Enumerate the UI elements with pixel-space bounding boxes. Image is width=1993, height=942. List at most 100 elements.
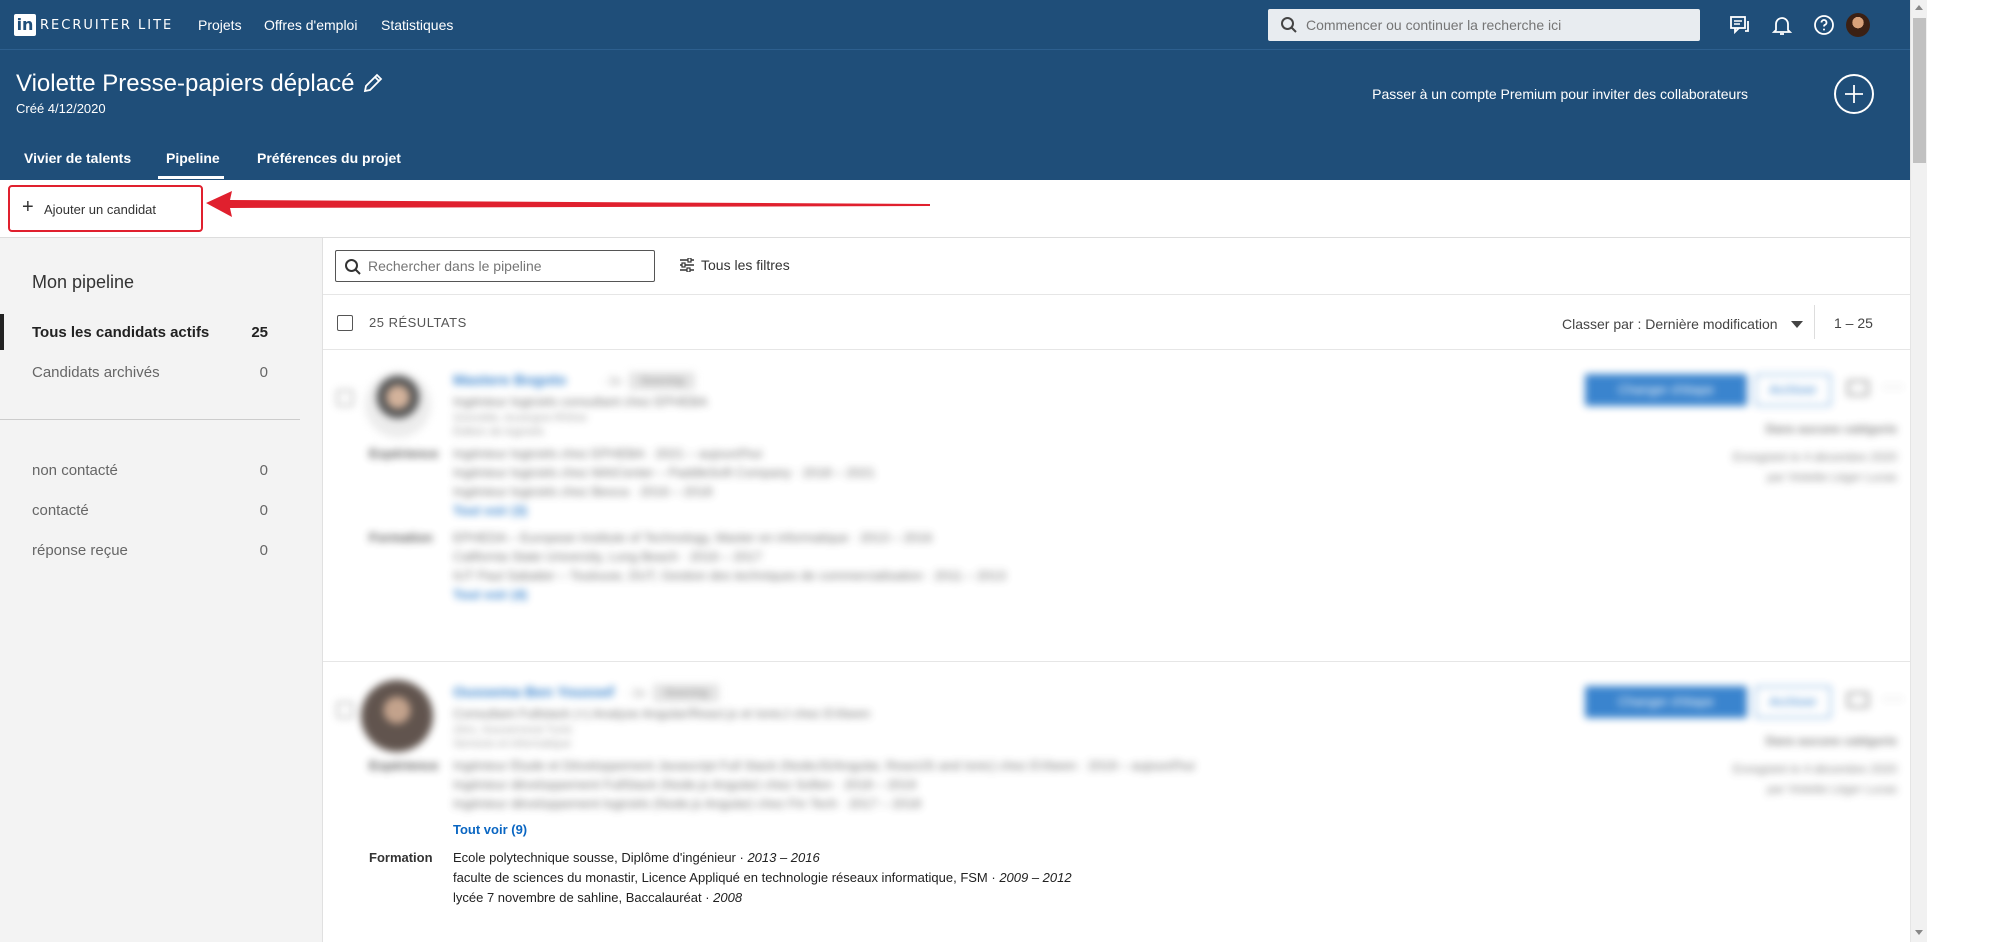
candidate-card-visible-content: Tout voir (9) Formation Ecole polytechni… xyxy=(323,662,1911,942)
nav-stats-link[interactable]: Statistiques xyxy=(381,17,453,33)
app-root: in RECRUITER LITE Projets Offres d'emplo… xyxy=(0,0,1993,942)
sidebar-item-count: 0 xyxy=(259,502,268,519)
see-all-education-link[interactable]: Tout voir (4) xyxy=(453,587,527,602)
candidate-saved-by: par Violette Léger Lucas xyxy=(1767,470,1897,484)
add-collaborator-icon[interactable] xyxy=(1834,74,1874,114)
global-search-input[interactable] xyxy=(1306,9,1696,41)
linkedin-logo-icon: in xyxy=(14,14,36,36)
scrollbar-thumb[interactable] xyxy=(1913,18,1926,163)
education-item: IUT Paul Sabatier – Toulouse, DUT, Gesti… xyxy=(453,568,1006,583)
project-created-date: Créé 4/12/2020 xyxy=(16,101,106,116)
scroll-down-arrow-icon[interactable] xyxy=(1915,930,1923,935)
education-text: Ecole polytechnique sousse, Diplôme d'in… xyxy=(453,850,748,865)
user-avatar[interactable] xyxy=(1846,13,1870,37)
logo-text: RECRUITER LITE xyxy=(40,17,174,33)
project-header: Violette Presse-papiers déplacé Créé 4/1… xyxy=(0,50,1910,180)
message-icon[interactable] xyxy=(1847,380,1869,396)
sidebar-item-label: non contacté xyxy=(32,462,118,479)
bell-icon[interactable] xyxy=(1770,13,1794,37)
browser-viewport: in RECRUITER LITE Projets Offres d'emplo… xyxy=(0,0,1927,942)
top-navigation: in RECRUITER LITE Projets Offres d'emplo… xyxy=(0,0,1910,50)
sidebar-item-count: 25 xyxy=(251,324,268,341)
pipeline-main: Tous les filtres 25 RÉSULTATS Classer pa… xyxy=(322,238,1911,942)
results-count: 25 RÉSULTATS xyxy=(369,315,467,330)
page-title: Violette Presse-papiers déplacé xyxy=(16,70,355,97)
global-search[interactable] xyxy=(1268,9,1700,41)
pipeline-search-input[interactable] xyxy=(368,251,648,281)
scroll-up-arrow-icon[interactable] xyxy=(1915,5,1923,10)
candidate-name[interactable]: Mastere Bogoto xyxy=(453,372,566,389)
experience-label: Expérience xyxy=(369,446,439,461)
premium-upsell-text[interactable]: Passer à un compte Premium pour inviter … xyxy=(1372,86,1748,102)
sidebar-item-count: 0 xyxy=(259,542,268,559)
results-range: 1 – 25 xyxy=(1834,315,1873,331)
candidate-location: Grenoble, Auvergne-Rhône xyxy=(453,412,587,424)
caret-down-icon[interactable] xyxy=(1791,321,1803,328)
pencil-icon[interactable] xyxy=(362,72,384,94)
tab-pipeline[interactable]: Pipeline xyxy=(166,150,220,166)
candidate-industry: Édition de logiciels xyxy=(453,426,545,438)
connection-degree: · 2e xyxy=(601,374,622,388)
education-years: 2013 – 2016 xyxy=(747,850,820,865)
sidebar-item-replied[interactable]: réponse reçue 0 xyxy=(0,538,300,562)
education-text: lycée 7 novembre de sahline, Baccalauréa… xyxy=(453,890,714,905)
plus-icon: + xyxy=(22,196,34,218)
experience-item: Ingénieur logiciels chez MAICenter – Pad… xyxy=(453,465,876,480)
education-item: lycée 7 novembre de sahline, Baccalauréa… xyxy=(453,890,742,905)
candidate-saved-date: Enregistré le 4 décembre 2020 xyxy=(1732,450,1897,464)
education-years: 2008 xyxy=(713,890,743,905)
pipeline-search[interactable] xyxy=(335,250,655,282)
help-icon[interactable] xyxy=(1812,13,1836,37)
candidate-photo[interactable] xyxy=(365,372,431,438)
range-divider xyxy=(1814,305,1815,339)
pipeline-toolbar: + Ajouter un candidat xyxy=(0,180,1910,238)
see-all-experience-link[interactable]: Tout voir (3) xyxy=(453,503,527,518)
candidate-card-blurred-content: Mastere Bogoto · 2e Sourcing Ingénieur l… xyxy=(323,350,1911,661)
experience-item: Ingénieur logiciels chez Beoca · 2016 – … xyxy=(453,484,713,499)
all-filters-button[interactable]: Tous les filtres xyxy=(679,257,790,273)
page-scrollbar[interactable] xyxy=(1910,0,1927,942)
nav-projects-link[interactable]: Projets xyxy=(198,17,242,33)
education-label: Formation xyxy=(369,530,433,545)
sidebar-item-label: Candidats archivés xyxy=(32,364,160,381)
experience-item: Ingénieur logiciels chez EPHEBA · 2021 –… xyxy=(453,446,762,461)
tab-project-preferences[interactable]: Préférences du projet xyxy=(257,150,401,166)
sidebar-item-label: contacté xyxy=(32,502,89,519)
select-all-checkbox[interactable] xyxy=(337,315,353,331)
messaging-icon[interactable] xyxy=(1728,13,1752,37)
search-icon xyxy=(1281,17,1297,33)
see-all-experience-link[interactable]: Tout voir (9) xyxy=(453,822,527,837)
more-options-icon[interactable]: ··· xyxy=(1883,376,1904,397)
candidate-headline: Ingénieur logiciels consultant chez EPHE… xyxy=(453,394,708,409)
sidebar-item-contacted[interactable]: contacté 0 xyxy=(0,498,300,522)
tab-talent-pool[interactable]: Vivier de talents xyxy=(24,150,131,166)
candidate-checkbox[interactable] xyxy=(337,390,353,406)
active-tab-indicator xyxy=(158,176,224,179)
add-candidate-label: Ajouter un candidat xyxy=(44,202,157,217)
filter-sliders-icon xyxy=(680,258,694,272)
search-icon xyxy=(345,259,361,275)
pipeline-sidebar: Mon pipeline Tous les candidats actifs 2… xyxy=(0,238,318,942)
sidebar-item-not-contacted[interactable]: non contacté 0 xyxy=(0,458,300,482)
sidebar-title: Mon pipeline xyxy=(32,272,135,292)
all-filters-label: Tous les filtres xyxy=(701,257,790,273)
archive-button[interactable]: Archiver xyxy=(1755,374,1831,406)
education-item: California State University, Long Beach … xyxy=(453,549,763,564)
sort-dropdown[interactable]: Classer par : Dernière modification xyxy=(1562,316,1778,332)
candidate-category: Dans aucune catégorie xyxy=(1765,422,1897,436)
sidebar-item-count: 0 xyxy=(259,462,268,479)
nav-jobs-link[interactable]: Offres d'emploi xyxy=(264,17,357,33)
education-years: 2009 – 2012 xyxy=(999,870,1072,885)
candidate-card[interactable]: Mastere Bogoto · 2e Sourcing Ingénieur l… xyxy=(323,350,1911,662)
results-header: 25 RÉSULTATS Classer par : Dernière modi… xyxy=(323,294,1911,350)
sidebar-item-archived[interactable]: Candidats archivés 0 xyxy=(0,360,300,384)
sidebar-item-label: Tous les candidats actifs xyxy=(32,324,210,341)
sidebar-item-all-active[interactable]: Tous les candidats actifs 25 xyxy=(0,320,300,344)
education-label: Formation xyxy=(369,850,433,865)
red-arrow-annotation xyxy=(206,191,930,217)
change-stage-button[interactable]: Changer d'étape xyxy=(1585,374,1747,406)
add-candidate-button[interactable]: + Ajouter un candidat xyxy=(8,185,203,232)
recruiter-lite-logo[interactable]: in RECRUITER LITE xyxy=(14,14,173,36)
sidebar-item-label: réponse reçue xyxy=(32,542,128,559)
candidate-card[interactable]: Oussema Ben Youssef · 2e Sourcing Consul… xyxy=(323,662,1911,942)
